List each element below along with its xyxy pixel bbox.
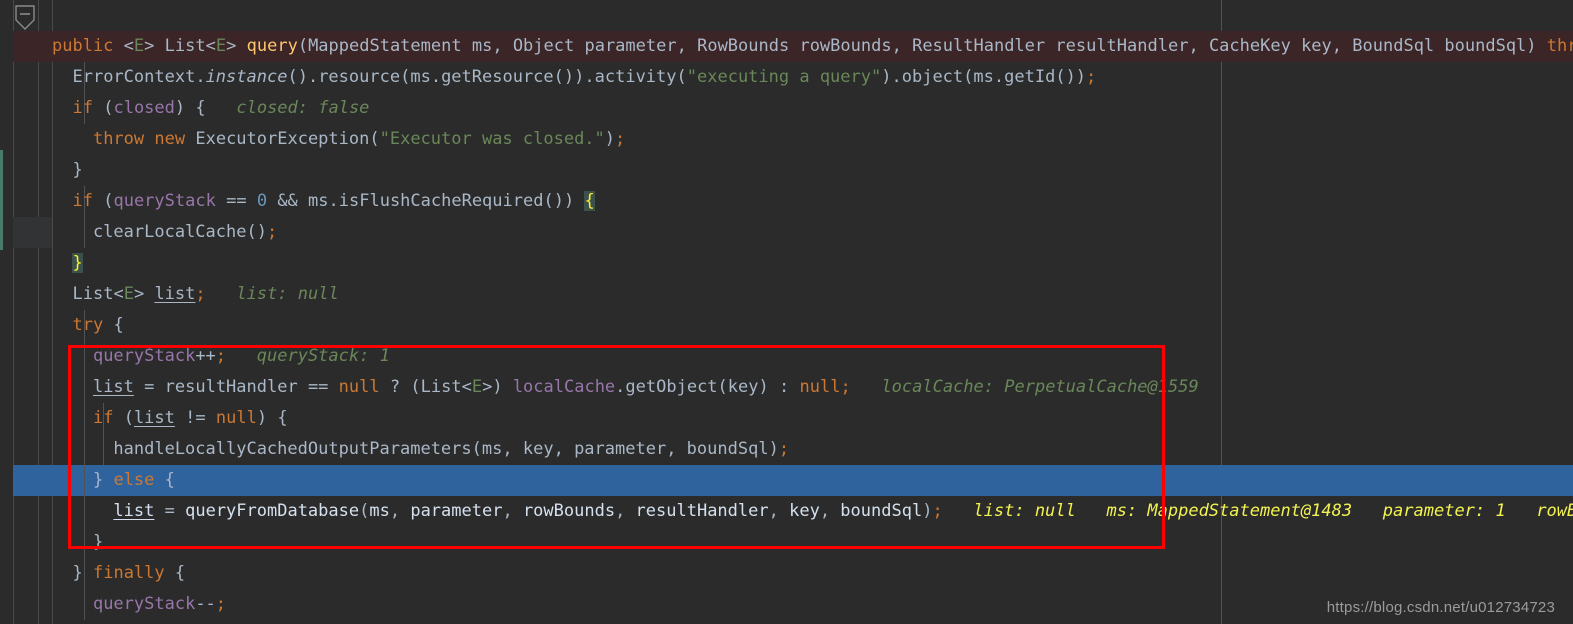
code-line[interactable]: queryStack--; [0,558,1573,614]
code-line[interactable]: if (list != null) { [0,372,1573,428]
watermark-url: https://blog.csdn.net/u012734723 [1326,599,1555,616]
code-line-text: } [52,620,83,624]
code-line[interactable]: } [0,217,1573,273]
code-line[interactable]: } [0,496,1573,552]
code-line[interactable]: if (closed) { closed: false [0,62,1573,118]
code-line[interactable]: if (queryStack == 0 && ms.isFlushCacheRe… [0,155,1573,211]
code-line-current[interactable]: list = queryFromDatabase(ms, parameter, … [0,465,1573,521]
code-line[interactable]: } [0,124,1573,180]
code-line[interactable]: try { [0,279,1573,335]
code-line[interactable]: handleLocallyCachedOutputParameters(ms, … [0,403,1573,459]
code-line[interactable]: public <E> List<E> query(MappedStatement… [0,0,1573,56]
code-line[interactable]: queryStack++; queryStack: 1 [0,310,1573,366]
code-line[interactable]: List<E> list; list: null [0,248,1573,304]
code-line[interactable]: throw new ExecutorException("Executor wa… [0,93,1573,149]
code-line[interactable]: } else { [0,434,1573,490]
code-line[interactable]: } finally { [0,527,1573,583]
code-line[interactable]: ErrorContext.instance().resource(ms.getR… [0,31,1573,87]
code-editor-screenshot: public <E> List<E> query(MappedStatement… [0,0,1573,624]
code-line[interactable]: clearLocalCache(); [0,186,1573,242]
code-line[interactable]: list = resultHandler == null ? (List<E>)… [0,341,1573,397]
code-text-area[interactable]: public <E> List<E> query(MappedStatement… [0,0,1573,624]
